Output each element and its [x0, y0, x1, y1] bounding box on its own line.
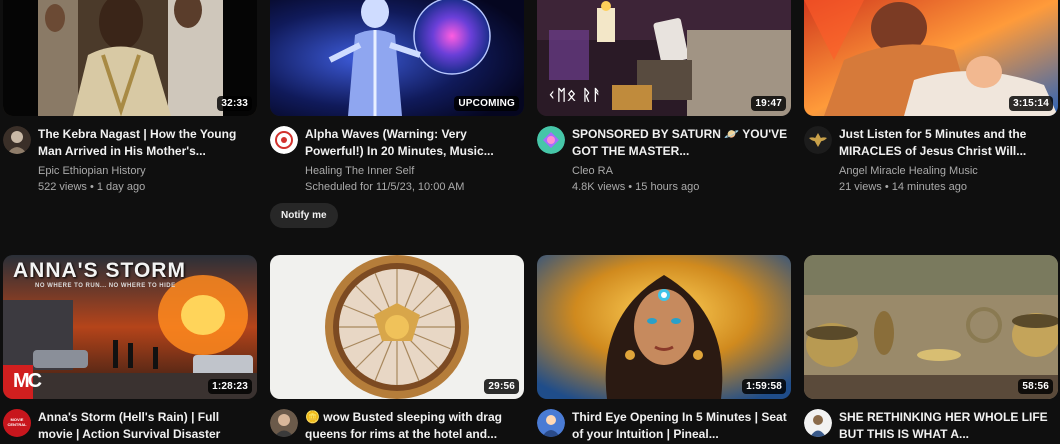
video-title[interactable]: Just Listen for 5 Minutes and the MIRACL…	[839, 126, 1058, 160]
duration-badge: 29:56	[484, 379, 519, 394]
video-title[interactable]: 🪙 wow Busted sleeping with drag queens f…	[305, 409, 524, 443]
video-thumbnail[interactable]: UPCOMING	[270, 0, 524, 116]
video-thumbnail[interactable]: 58:56	[804, 255, 1058, 399]
video-card[interactable]: 58:56 SHE RETHINKING HER WHOLE LIFE BUT …	[804, 255, 1058, 443]
video-thumbnail[interactable]: ANNA'S STORM NO WHERE TO RUN... NO WHERE…	[3, 255, 257, 399]
thumbnail-logo-text: ᚲᛖᛟ ᚱᚨ	[547, 87, 603, 104]
video-card[interactable]: ᚲᛖᛟ ᚱᚨ 19:47 SPONSORED BY SATURN 🪐 YOU'V…	[537, 0, 791, 195]
video-stats: 4.8K views • 15 hours ago	[572, 181, 700, 193]
video-thumbnail[interactable]: ᚲᛖᛟ ᚱᚨ 19:47	[537, 0, 791, 116]
channel-avatar-icon[interactable]	[270, 409, 298, 437]
thumbnail-logo-mark: MC	[13, 370, 42, 392]
channel-avatar-text: MOVIE CENTRAL	[7, 417, 27, 427]
video-thumbnail[interactable]: 3:15:14	[804, 0, 1058, 116]
video-card[interactable]: 3:15:14 Just Listen for 5 Minutes and th…	[804, 0, 1058, 195]
duration-badge: 3:15:14	[1009, 96, 1053, 111]
video-meta: Alpha Waves (Warning: Very Powerful!) In…	[270, 126, 524, 228]
duration-badge: 58:56	[1018, 379, 1053, 394]
video-meta: 🪙 wow Busted sleeping with drag queens f…	[270, 409, 524, 443]
video-card[interactable]: UPCOMING Alpha Waves (Warning: Very Powe…	[270, 0, 524, 228]
video-meta: SHE RETHINKING HER WHOLE LIFE BUT THIS I…	[804, 409, 1058, 443]
video-card[interactable]: 1:59:58 Third Eye Opening In 5 Minutes |…	[537, 255, 791, 443]
video-title[interactable]: The Kebra Nagast | How the Young Man Arr…	[38, 126, 257, 160]
video-title[interactable]: Third Eye Opening In 5 Minutes | Seat of…	[572, 409, 791, 443]
channel-avatar-icon[interactable]	[270, 126, 298, 154]
duration-badge: 1:28:23	[208, 379, 252, 394]
thumbnail-title-text: ANNA'S STORM	[13, 259, 186, 282]
thumbnail-image	[804, 255, 1058, 399]
channel-name[interactable]: Cleo RA	[572, 163, 791, 179]
channel-avatar-icon[interactable]: MOVIE CENTRAL	[3, 409, 31, 437]
video-meta: SPONSORED BY SATURN 🪐 YOU'VE GOT THE MAS…	[537, 126, 791, 195]
video-meta: MOVIE CENTRAL Anna's Storm (Hell's Rain)…	[3, 409, 257, 443]
channel-avatar-icon[interactable]	[804, 409, 832, 437]
video-thumbnail[interactable]: 1:59:58	[537, 255, 791, 399]
video-thumbnail[interactable]: 29:56	[270, 255, 524, 399]
scheduled-time: Scheduled for 11/5/23, 10:00 AM	[305, 181, 465, 193]
channel-avatar-icon[interactable]	[3, 126, 31, 154]
video-title[interactable]: Anna's Storm (Hell's Rain) | Full movie …	[38, 409, 257, 443]
video-stats: 522 views • 1 day ago	[38, 181, 146, 193]
video-meta: Third Eye Opening In 5 Minutes | Seat of…	[537, 409, 791, 443]
notify-me-button[interactable]: Notify me	[270, 203, 338, 228]
video-card[interactable]: 32:33 The Kebra Nagast | How the Young M…	[3, 0, 257, 195]
video-meta: The Kebra Nagast | How the Young Man Arr…	[3, 126, 257, 195]
video-title[interactable]: Alpha Waves (Warning: Very Powerful!) In…	[305, 126, 524, 160]
thumbnail-image	[270, 255, 524, 399]
channel-avatar-icon[interactable]	[804, 126, 832, 154]
video-meta: Just Listen for 5 Minutes and the MIRACL…	[804, 126, 1058, 195]
duration-badge: 1:59:58	[742, 379, 786, 394]
duration-badge: 19:47	[751, 96, 786, 111]
channel-name[interactable]: Healing The Inner Self	[305, 163, 524, 179]
thumbnail-image	[537, 255, 791, 399]
channel-avatar-icon[interactable]	[537, 409, 565, 437]
thumbnail-tagline-text: NO WHERE TO RUN... NO WHERE TO HIDE	[35, 283, 176, 289]
upcoming-badge: UPCOMING	[454, 96, 519, 111]
video-stats: 21 views • 14 minutes ago	[839, 181, 967, 193]
duration-badge: 32:33	[217, 96, 252, 111]
channel-name[interactable]: Epic Ethiopian History	[38, 163, 257, 179]
channel-name[interactable]: Angel Miracle Healing Music	[839, 163, 1058, 179]
video-thumbnail[interactable]: 32:33	[3, 0, 257, 116]
video-title[interactable]: SHE RETHINKING HER WHOLE LIFE BUT THIS I…	[839, 409, 1058, 443]
video-card[interactable]: 29:56 🪙 wow Busted sleeping with drag qu…	[270, 255, 524, 443]
youtube-home-feed: 32:33 The Kebra Nagast | How the Young M…	[0, 0, 1060, 444]
video-card[interactable]: ANNA'S STORM NO WHERE TO RUN... NO WHERE…	[3, 255, 257, 443]
channel-avatar-icon[interactable]	[537, 126, 565, 154]
video-title[interactable]: SPONSORED BY SATURN 🪐 YOU'VE GOT THE MAS…	[572, 126, 791, 160]
